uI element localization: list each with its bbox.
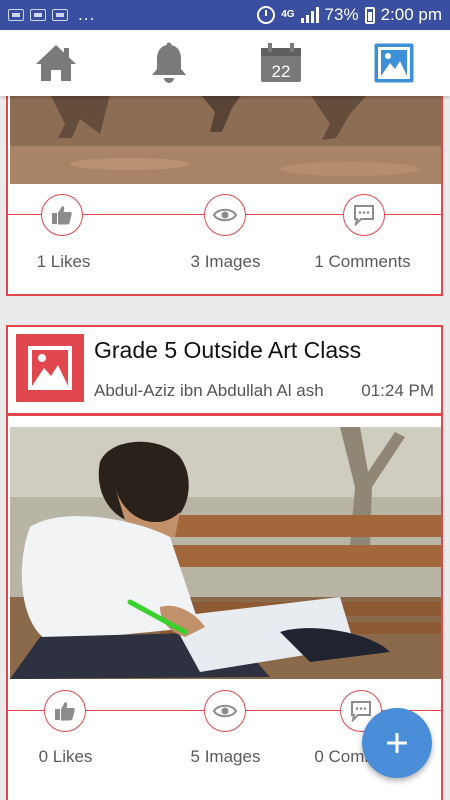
gallery-icon bbox=[374, 43, 414, 83]
images-count: 5 Images bbox=[190, 747, 261, 766]
eye-icon bbox=[213, 704, 237, 718]
comment-button[interactable] bbox=[343, 194, 385, 236]
status-notifications: ... bbox=[8, 5, 257, 25]
comment-icon bbox=[354, 205, 374, 226]
notification-icon bbox=[52, 9, 68, 21]
post-counts: 1 Likes 3 Images 1 Comments bbox=[8, 252, 441, 276]
tab-bar: 22 bbox=[0, 30, 450, 96]
status-time: 2:00 pm bbox=[380, 5, 442, 24]
status-system: 4G 73% 2:00 pm bbox=[257, 5, 442, 25]
network-type: 4G bbox=[281, 9, 295, 20]
battery-icon bbox=[364, 6, 375, 24]
eye-icon bbox=[213, 208, 237, 222]
notification-overflow: ... bbox=[78, 5, 96, 24]
view-images-button[interactable] bbox=[204, 690, 246, 732]
likes-count: 1 Likes bbox=[36, 252, 91, 271]
post-thumbnail bbox=[16, 334, 84, 402]
post-actions bbox=[8, 194, 441, 236]
bell-icon bbox=[151, 42, 186, 83]
view-images-button[interactable] bbox=[204, 194, 246, 236]
plus-icon bbox=[387, 733, 407, 753]
post-header[interactable]: Grade 5 Outside Art Class Abdul-Aziz ibn… bbox=[8, 327, 441, 413]
tab-home[interactable] bbox=[0, 30, 113, 96]
post-hero-image[interactable] bbox=[10, 427, 441, 679]
calendar-icon: 22 bbox=[261, 43, 302, 82]
notification-icon bbox=[8, 9, 24, 21]
gallery-icon bbox=[28, 346, 72, 390]
like-button[interactable] bbox=[44, 690, 86, 732]
thumbs-up-icon bbox=[55, 702, 75, 721]
thumbs-up-icon bbox=[52, 206, 72, 225]
header-divider bbox=[8, 413, 441, 416]
home-icon bbox=[36, 45, 77, 81]
comments-count: 1 Comments bbox=[314, 252, 411, 271]
add-post-button[interactable] bbox=[362, 708, 432, 778]
tab-gallery[interactable] bbox=[338, 30, 450, 96]
tab-notifications[interactable] bbox=[113, 30, 226, 96]
tab-calendar[interactable]: 22 bbox=[225, 30, 338, 96]
calendar-day: 22 bbox=[272, 62, 291, 81]
signal-icon bbox=[300, 7, 319, 23]
like-button[interactable] bbox=[41, 194, 83, 236]
alarm-icon bbox=[257, 6, 276, 24]
post-hero-image[interactable] bbox=[10, 96, 441, 184]
battery-percent: 73% bbox=[324, 5, 359, 24]
post-author: Abdul-Aziz ibn Abdullah Al ash bbox=[94, 381, 324, 400]
post-time: 01:24 PM bbox=[361, 381, 434, 400]
post-card[interactable]: 1 Likes 3 Images 1 Comments bbox=[6, 96, 443, 296]
post-title: Grade 5 Outside Art Class bbox=[94, 337, 362, 363]
comment-icon bbox=[351, 701, 371, 722]
images-count: 3 Images bbox=[190, 252, 261, 271]
notification-icon bbox=[30, 9, 46, 21]
likes-count: 0 Likes bbox=[38, 747, 93, 766]
feed[interactable]: 1 Likes 3 Images 1 Comments Grade 5 Outs… bbox=[0, 96, 450, 800]
status-bar: ... 4G 73% 2:00 pm bbox=[0, 0, 450, 30]
